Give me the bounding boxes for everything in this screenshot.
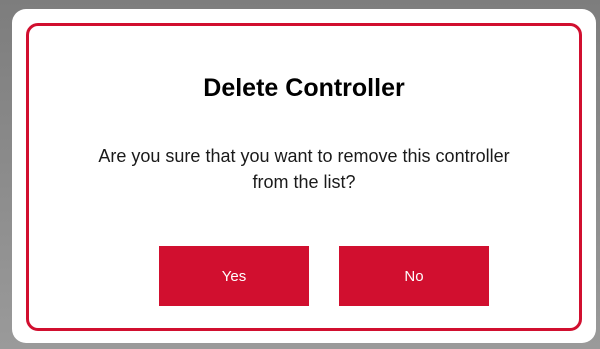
dialog-title: Delete Controller: [203, 74, 405, 102]
dialog-frame: Delete Controller Are you sure that you …: [26, 23, 582, 331]
no-button[interactable]: No: [339, 246, 489, 306]
delete-controller-dialog: Delete Controller Are you sure that you …: [12, 9, 596, 343]
yes-button[interactable]: Yes: [159, 246, 309, 306]
dialog-message: Are you sure that you want to remove thi…: [98, 146, 510, 192]
